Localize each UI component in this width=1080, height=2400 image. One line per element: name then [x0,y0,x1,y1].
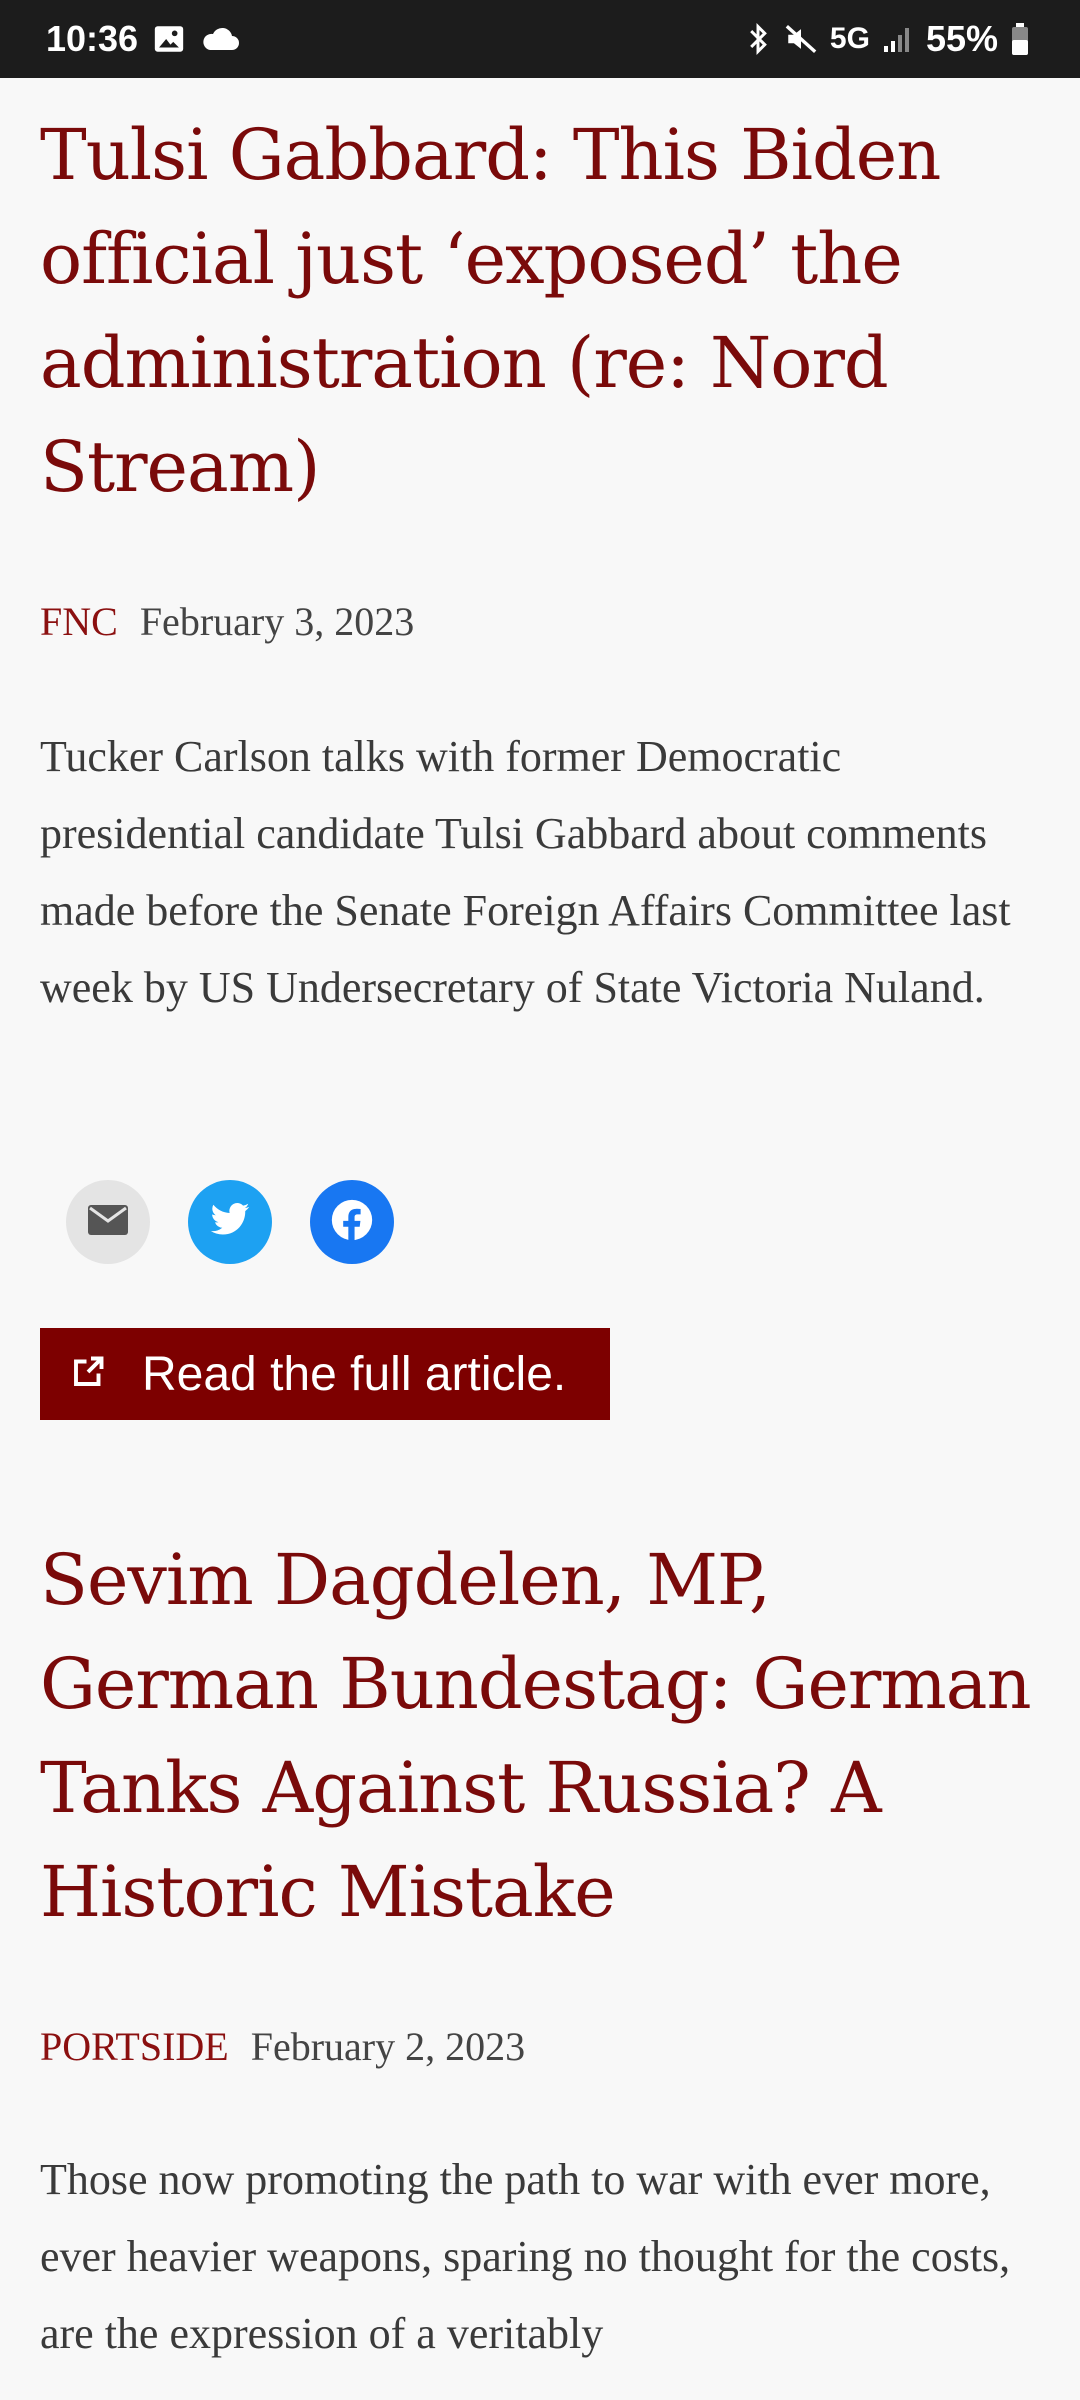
facebook-icon [330,1198,374,1246]
image-icon [152,22,186,56]
article-title[interactable]: Sevim Dagdelen, MP, German Bundestag: Ge… [40,1528,1050,1944]
share-facebook-button[interactable] [310,1180,394,1264]
status-bar-right: 5G 55% [744,0,1030,78]
read-full-article-label: Read the full article. [142,1347,567,1401]
share-buttons [66,1180,394,1264]
twitter-icon [209,1202,251,1242]
external-link-icon [70,1354,110,1394]
network-type: 5G [829,22,870,55]
battery-percent: 55% [925,18,998,59]
article-source[interactable]: PORTSIDE [40,2023,229,2070]
mute-icon [784,22,818,56]
article-date: February 2, 2023 [250,2024,526,2069]
cloud-icon [200,24,240,54]
share-twitter-button[interactable] [188,1180,272,1264]
article-source[interactable]: FNC [40,598,118,645]
email-icon [87,1203,129,1241]
status-bar-left: 10:36 [46,0,240,78]
article-meta: PORTSIDE February 2, 2023 [40,2023,525,2070]
article-excerpt: Tucker Carlson talks with former Democra… [40,732,1011,1012]
battery-icon [1010,22,1030,56]
share-email-button[interactable] [66,1180,150,1264]
article-date: February 3, 2023 [139,599,415,644]
status-bar: 10:36 5G 55% [0,0,1080,78]
article-excerpt: Those now promoting the path to war with… [40,2155,1011,2358]
signal-icon [882,24,914,54]
bluetooth-icon [744,22,772,56]
clock: 10:36 [46,18,139,59]
article-meta: FNC February 3, 2023 [40,598,414,645]
read-full-article-button[interactable]: Read the full article. [40,1328,610,1420]
article-title[interactable]: Tulsi Gabbard: This Biden official just … [40,103,1050,519]
